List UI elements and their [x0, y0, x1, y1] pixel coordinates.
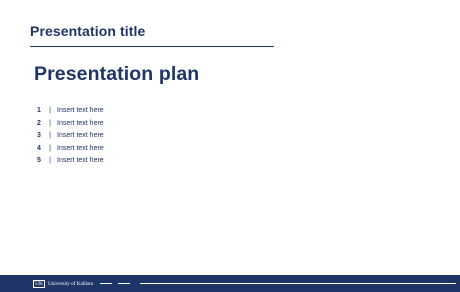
logo-text: University of Kallista [47, 280, 93, 287]
agenda-text: Insert text here [57, 119, 104, 127]
footer-dash [100, 283, 112, 284]
agenda-separator: | [49, 119, 51, 127]
agenda-text: Insert text here [57, 157, 104, 164]
agenda-text: Insert text here [57, 144, 104, 152]
presentation-title: Presentation title [30, 23, 146, 39]
agenda-list: 1 | Insert text here 2 | Insert text here 3 |… [37, 105, 104, 168]
agenda-separator: | [49, 107, 51, 114]
agenda-item-5: 5 | Insert text here [37, 155, 104, 168]
footer-dash [118, 283, 130, 284]
agenda-separator: | [49, 144, 51, 152]
agenda-text: Insert text here [57, 107, 104, 114]
agenda-item-1: 1 | Insert text here [37, 105, 104, 118]
agenda-item-2: 2 | Insert text here [37, 118, 104, 131]
logo-mark: UK [33, 279, 45, 288]
agenda-separator: | [49, 132, 51, 139]
agenda-item-4: 4 | Insert text here [37, 143, 104, 156]
footer-rule [140, 283, 456, 284]
agenda-separator: | [49, 157, 51, 164]
slide: Presentation title Presentation plan 1 | I… [0, 0, 460, 292]
university-logo: UK University of Kallista [33, 278, 93, 289]
section-heading: Presentation plan [34, 63, 200, 85]
footer-bar: UK University of Kallista [0, 275, 460, 292]
title-underline [30, 46, 274, 47]
agenda-text: Insert text here [57, 132, 104, 139]
agenda-item-3: 3 | Insert text here [37, 130, 104, 143]
